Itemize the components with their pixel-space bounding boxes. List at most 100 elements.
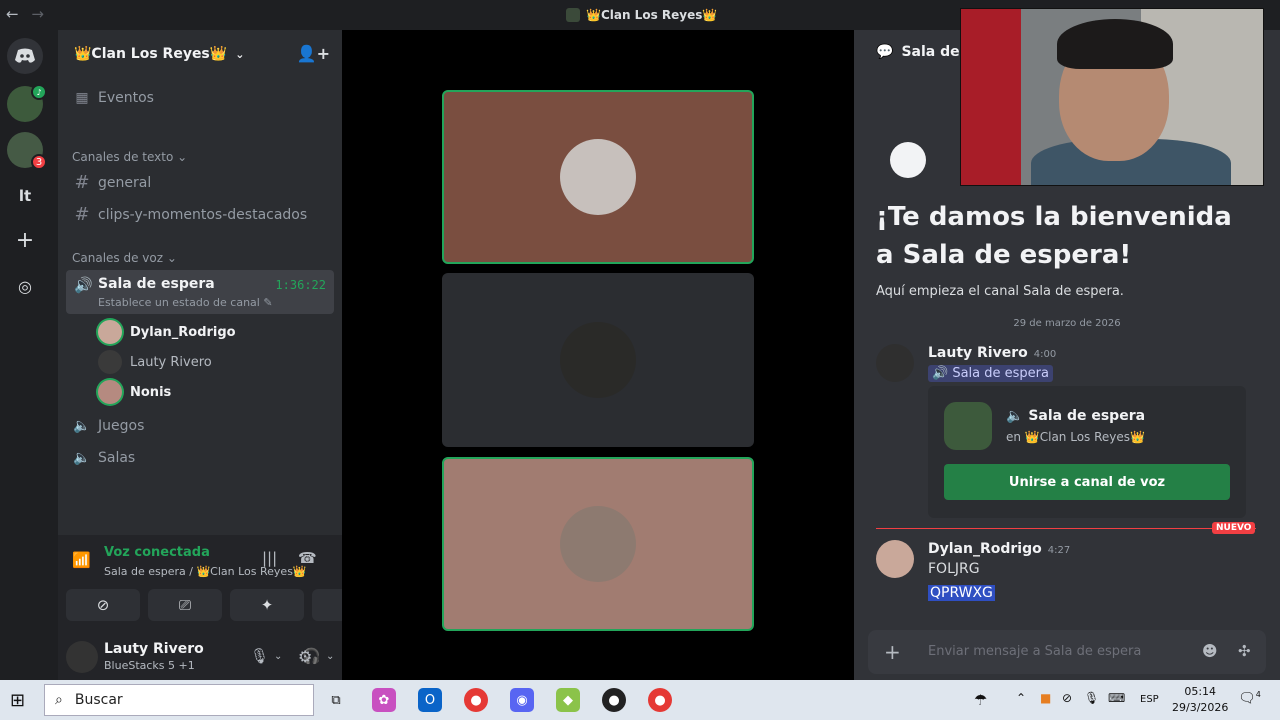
- noise-suppression-icon[interactable]: |||: [262, 549, 277, 567]
- server-list: ♪ 3 lt + ◎: [0, 30, 58, 680]
- channel-clips[interactable]: # clips-y-momentos-destacados: [66, 204, 334, 225]
- avatar[interactable]: [876, 344, 914, 382]
- bluestacks-icon[interactable]: ◆: [556, 688, 580, 712]
- language-indicator[interactable]: ESP: [1140, 694, 1159, 705]
- microphone-icon[interactable]: 🎙: [250, 647, 269, 665]
- voice-channels-category[interactable]: Canales de voz ⌄: [72, 251, 177, 265]
- avatar: [560, 139, 636, 215]
- speaker-icon: 🔊: [74, 276, 93, 294]
- voice-category-label: Canales de voz: [72, 251, 164, 265]
- events-item[interactable]: ▦ Eventos: [66, 90, 334, 106]
- invite-people-icon[interactable]: 👤+: [297, 44, 330, 63]
- participant-tile[interactable]: [442, 457, 754, 631]
- welcome-title: ¡Te damos la bienvenida a Sala de espera…: [876, 202, 1232, 270]
- screen-share-button[interactable]: ⎚: [148, 589, 222, 621]
- clock-date: 29/3/2026: [1172, 701, 1229, 714]
- avatar[interactable]: [876, 540, 914, 578]
- voice-member[interactable]: Nonis: [98, 380, 171, 404]
- chrome-profile-icon[interactable]: ●: [648, 688, 672, 712]
- clock[interactable]: 05:14 29/3/2026: [1172, 684, 1228, 716]
- member-name: Lauty Rivero: [130, 354, 212, 370]
- channel-mention[interactable]: 🔊 Sala de espera: [928, 365, 1053, 382]
- voice-stage: [342, 30, 854, 680]
- member-name: Nonis: [130, 384, 172, 400]
- disconnect-icon[interactable]: ☎: [298, 549, 317, 567]
- keyboard-icon[interactable]: ⌨: [1108, 691, 1125, 705]
- outlook-icon[interactable]: O: [418, 688, 442, 712]
- guild-header[interactable]: 👑Clan Los Reyes👑 ⌄ 👤+: [58, 30, 342, 78]
- discord-home-icon[interactable]: [7, 38, 43, 74]
- voice-timer: 1:36:22: [275, 278, 326, 292]
- message-text: FOLJRG: [928, 561, 980, 577]
- join-voice-button[interactable]: Unirse a canal de voz: [944, 464, 1230, 500]
- events-label: Eventos: [98, 90, 154, 106]
- mention-badge: 3: [31, 154, 47, 170]
- voice-channel-salas[interactable]: 🔈 Salas: [66, 450, 334, 466]
- copilot-icon[interactable]: ✿: [372, 688, 396, 712]
- text-category-label: Canales de texto: [72, 150, 174, 164]
- nav-buttons: ← →: [6, 5, 52, 23]
- server-icon: [944, 402, 992, 450]
- notifications-icon[interactable]: 🗨4: [1238, 690, 1261, 707]
- tray-app-icon[interactable]: ■: [1040, 691, 1051, 705]
- chevron-up-icon[interactable]: ⌃: [1016, 691, 1026, 705]
- participant-tile[interactable]: [442, 273, 754, 447]
- plus-icon[interactable]: +: [884, 640, 901, 664]
- text-channels-category[interactable]: Canales de texto ⌄: [72, 150, 187, 164]
- voice-member[interactable]: Lauty Rivero: [98, 350, 212, 374]
- weather-icon[interactable]: ☂: [974, 691, 987, 709]
- window-title-text: 👑Clan Los Reyes👑: [586, 8, 718, 22]
- chat-bubble-icon: [890, 142, 926, 178]
- chevron-down-icon[interactable]: ⌄: [326, 651, 334, 662]
- voice-invite-embed: 🔈 Sala de espera en 👑Clan Los Reyes👑 Uni…: [928, 386, 1246, 518]
- app-icon[interactable]: ●: [602, 688, 626, 712]
- emoji-icon[interactable]: ☻: [1202, 642, 1218, 660]
- windows-start-icon[interactable]: ⊞: [10, 690, 25, 711]
- composer-placeholder[interactable]: Enviar mensaje a Sala de espera: [928, 644, 1141, 659]
- task-view-icon[interactable]: ⧉: [324, 688, 348, 712]
- guild-name: 👑Clan Los Reyes👑: [74, 46, 228, 62]
- activities-button[interactable]: ✦: [230, 589, 304, 621]
- message-author[interactable]: Lauty Rivero 4:00: [928, 345, 1056, 361]
- voice-channel-sala-de-espera[interactable]: 🔊 Sala de espera Establece un estado de …: [66, 270, 334, 314]
- server-2[interactable]: 3: [7, 132, 47, 170]
- server-clan-los-reyes[interactable]: ♪: [7, 84, 47, 122]
- channel-label: clips-y-momentos-destacados: [98, 206, 308, 223]
- channel-general[interactable]: # general: [66, 172, 334, 193]
- apps-icon[interactable]: ✣: [1238, 642, 1251, 660]
- new-messages-divider: [876, 528, 1256, 529]
- participant-tile[interactable]: [442, 90, 754, 264]
- network-icon[interactable]: ⊘: [1062, 691, 1072, 705]
- taskbar-search[interactable]: ⌕ Buscar: [44, 684, 314, 716]
- message-author[interactable]: Dylan_Rodrigo 4:27: [928, 541, 1070, 557]
- back-icon[interactable]: ←: [6, 5, 19, 23]
- embed-title: 🔈 Sala de espera: [1006, 408, 1146, 424]
- channel-sidebar: 👑Clan Los Reyes👑 ⌄ 👤+ ▦ Eventos Canales …: [58, 30, 386, 680]
- voice-channel-juegos[interactable]: 🔈 Juegos: [66, 418, 334, 434]
- user-name[interactable]: Lauty Rivero: [104, 641, 204, 657]
- discord-taskbar-icon[interactable]: ◉: [510, 688, 534, 712]
- welcome-subtitle: Aquí empieza el canal Sala de espera.: [876, 284, 1124, 299]
- embed-subtitle: en 👑Clan Los Reyes👑: [1006, 430, 1145, 444]
- message-composer[interactable]: + Enviar mensaje a Sala de espera ☻ ✣: [868, 630, 1266, 674]
- explore-icon[interactable]: ◎: [7, 268, 43, 304]
- channel-label: general: [98, 174, 152, 191]
- channel-status[interactable]: Establece un estado de canal ✎: [98, 296, 273, 309]
- avatar[interactable]: [66, 641, 98, 673]
- speaker-icon: 🔈: [73, 418, 91, 434]
- add-server-icon[interactable]: +: [7, 222, 43, 258]
- chrome-icon[interactable]: ●: [464, 688, 488, 712]
- member-name: Dylan_Rodrigo: [130, 324, 236, 340]
- speaker-icon: ♪: [31, 84, 47, 100]
- server-lt[interactable]: lt: [7, 178, 43, 214]
- voice-connected-label[interactable]: Voz conectada: [104, 545, 210, 560]
- microphone-icon[interactable]: 🎙: [1084, 691, 1099, 705]
- voice-member[interactable]: Dylan_Rodrigo: [98, 320, 236, 344]
- signal-icon[interactable]: 📶: [72, 551, 91, 569]
- channel-label: Salas: [98, 450, 136, 466]
- camera-off-button[interactable]: ⊘: [66, 589, 140, 621]
- forward-icon[interactable]: →: [31, 5, 44, 23]
- search-icon: ⌕: [55, 692, 63, 708]
- chevron-down-icon[interactable]: ⌄: [274, 651, 282, 662]
- gear-icon[interactable]: ⚙: [298, 647, 312, 666]
